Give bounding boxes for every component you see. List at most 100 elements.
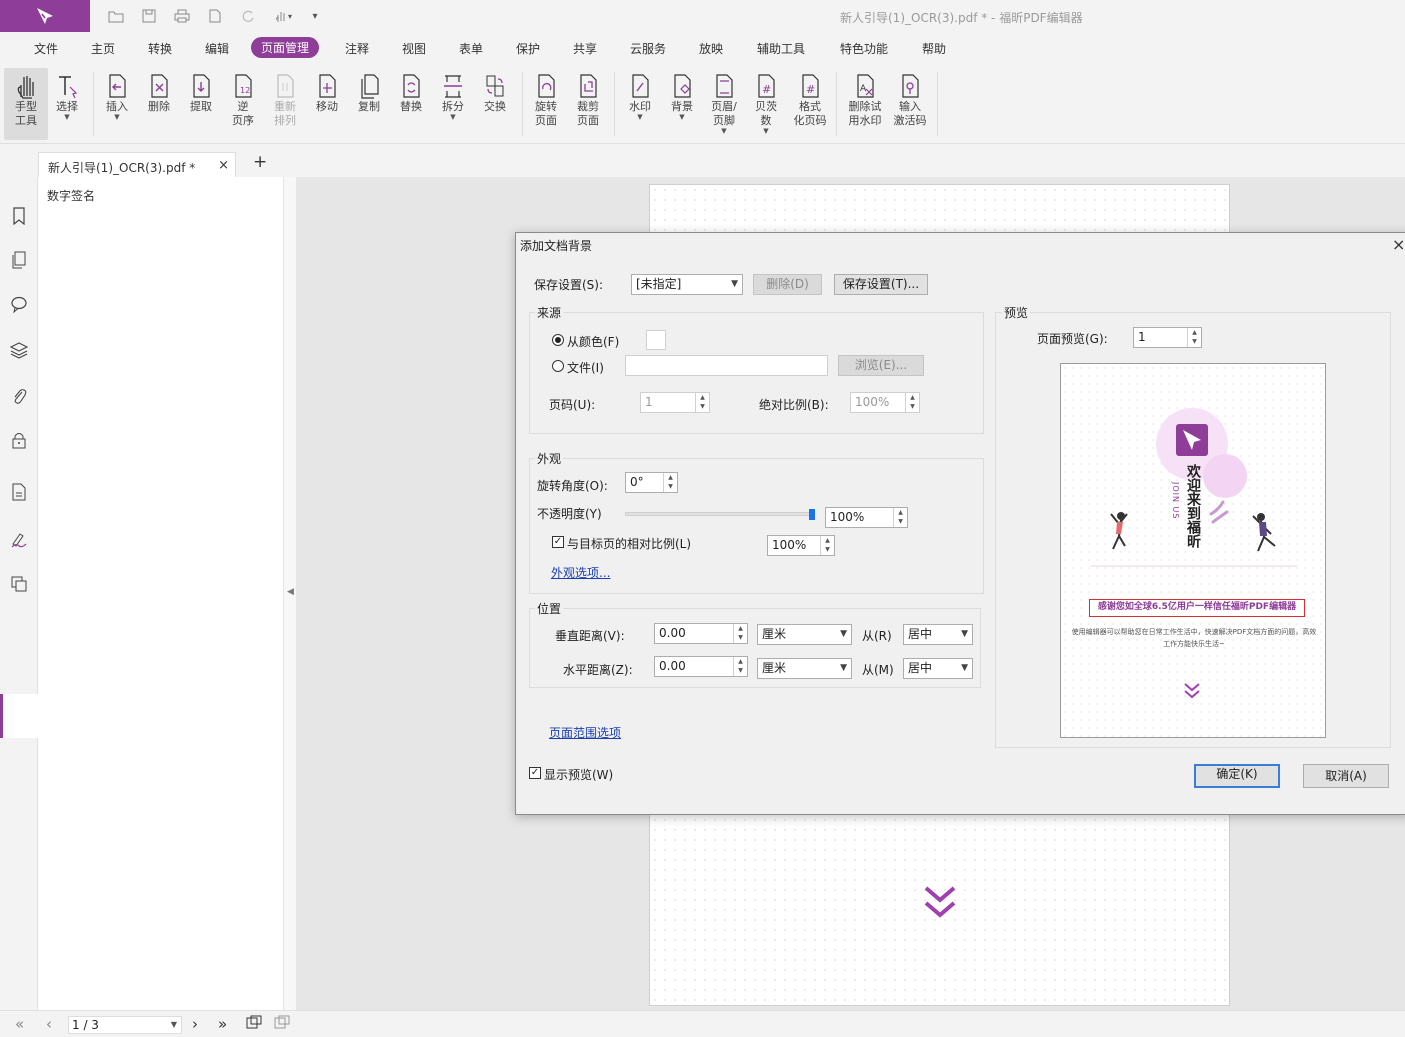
relative-scale-checkbox[interactable]: ✓ (552, 536, 564, 548)
menu-slideshow[interactable]: 放映 (699, 40, 723, 57)
horizontal-from-select[interactable]: 居中 ▼ (903, 658, 973, 679)
spinner-arrows-icon[interactable]: ▲ ▼ (1187, 328, 1201, 347)
menu-cloud[interactable]: 云服务 (630, 40, 666, 57)
opacity-spinner[interactable]: 100% ▲ ▼ (825, 507, 908, 528)
hand-mode-icon[interactable]: ▾ (270, 7, 296, 25)
format-page-number-button[interactable]: # 格式 化页码 (788, 68, 832, 140)
menu-comment[interactable]: 注释 (345, 40, 369, 57)
fit-page-icon[interactable] (246, 1015, 262, 1033)
copy-page-button[interactable]: 复制 (347, 68, 391, 140)
swap-page-button[interactable]: 交换 (473, 68, 517, 140)
two-page-icon[interactable] (274, 1015, 290, 1033)
split-page-button[interactable]: 拆分 ▼ (431, 68, 475, 140)
file-path-input[interactable] (625, 355, 828, 376)
document-properties-icon[interactable] (9, 482, 29, 502)
move-page-button[interactable]: 移动 (305, 68, 349, 140)
show-preview-checkbox[interactable]: ✓ (529, 767, 541, 779)
compare-pages-icon[interactable] (9, 574, 29, 594)
menu-accessibility[interactable]: 辅助工具 (757, 40, 805, 57)
pages-icon[interactable] (9, 250, 29, 270)
spinner-arrows-icon[interactable]: ▲ ▼ (733, 624, 747, 643)
horizontal-unit-select[interactable]: 厘米 ▼ (757, 658, 852, 679)
header-footer-button[interactable]: 页眉/ 页脚 ▼ (702, 68, 746, 140)
redo-icon[interactable] (239, 7, 257, 25)
first-page-icon[interactable]: « (15, 1015, 24, 1033)
save-settings-select[interactable]: [未指定] ▼ (631, 274, 743, 295)
add-tab-button[interactable]: + (253, 154, 267, 171)
enter-activation-code-button[interactable]: 输入 激活码 (888, 68, 932, 140)
collapse-arrow-icon[interactable]: ◀ (287, 587, 294, 597)
menu-features[interactable]: 特色功能 (840, 40, 888, 57)
menu-share[interactable]: 共享 (573, 40, 597, 57)
cancel-button[interactable]: 取消(A) (1303, 764, 1389, 788)
remove-trial-watermark-button[interactable]: A 删除试 用水印 (842, 68, 888, 140)
menu-convert[interactable]: 转换 (148, 40, 172, 57)
from-color-radio[interactable] (552, 334, 564, 346)
document-tab[interactable]: 新人引导(1)_OCR(3).pdf * × (38, 152, 236, 177)
absolute-scale-spinner[interactable]: 100% ▲ ▼ (850, 392, 920, 413)
reorder-button[interactable]: 重新 排列 (263, 68, 307, 140)
watermark-button[interactable]: 水印 ▼ (618, 68, 662, 140)
dialog-close-icon[interactable]: × (1392, 235, 1405, 254)
attachment-icon[interactable] (9, 386, 29, 406)
spinner-arrows-icon[interactable]: ▲ ▼ (733, 657, 747, 676)
layers-icon[interactable] (9, 340, 29, 360)
reverse-order-button[interactable]: 12 逆 页序 (221, 68, 265, 140)
vertical-distance-spinner[interactable]: 0.00 ▲ ▼ (654, 623, 748, 644)
menu-edit[interactable]: 编辑 (205, 40, 229, 57)
color-swatch[interactable] (646, 330, 666, 350)
horizontal-distance-spinner[interactable]: 0.00 ▲ ▼ (654, 656, 748, 677)
last-page-icon[interactable]: » (218, 1015, 227, 1033)
ok-button[interactable]: 确定(K) (1194, 764, 1280, 788)
menu-help[interactable]: 帮助 (922, 40, 946, 57)
next-page-icon[interactable]: › (192, 1015, 198, 1033)
save-settings-button[interactable]: 保存设置(T)... (834, 274, 928, 295)
spinner-arrows-icon[interactable]: ▲ ▼ (905, 393, 919, 412)
delete-settings-button[interactable]: 删除(D) (753, 274, 822, 295)
spinner-arrows-icon[interactable]: ▲ ▼ (820, 536, 834, 555)
extract-page-button[interactable]: 提取 (179, 68, 223, 140)
digital-signature-icon[interactable] (9, 529, 29, 549)
appearance-options-link[interactable]: 外观选项... (551, 564, 610, 581)
replace-page-button[interactable]: 替换 (389, 68, 433, 140)
menu-form[interactable]: 表单 (459, 40, 483, 57)
spinner-arrows-icon[interactable]: ▲ ▼ (893, 508, 907, 527)
customize-toolbar-icon[interactable]: ▾ (306, 7, 324, 25)
bates-number-button[interactable]: # 贝茨 数 ▼ (744, 68, 788, 140)
bookmark-icon[interactable] (9, 206, 29, 226)
page-range-options-link[interactable]: 页面范围选项 (549, 724, 621, 741)
chevron-down-icon[interactable]: ▼ (171, 1017, 177, 1033)
relative-scale-spinner[interactable]: 100% ▲ ▼ (767, 535, 835, 556)
prev-page-icon[interactable]: ‹ (46, 1015, 52, 1033)
crop-page-button[interactable]: 裁剪 页面 (566, 68, 610, 140)
new-doc-icon[interactable] (206, 7, 224, 25)
menu-view[interactable]: 视图 (402, 40, 426, 57)
security-lock-icon[interactable] (9, 430, 29, 450)
print-icon[interactable] (173, 7, 191, 25)
menu-file[interactable]: 文件 (34, 40, 58, 57)
select-button[interactable]: 选择 ▼ (45, 68, 89, 140)
open-icon[interactable] (107, 7, 125, 25)
page-number-spinner[interactable]: 1 ▲ ▼ (640, 392, 710, 413)
rotate-page-button[interactable]: 旋转 页面 (524, 68, 568, 140)
hand-tool-button[interactable]: 手型 工具 (4, 68, 48, 140)
panel-splitter[interactable]: ◀ (284, 177, 296, 1010)
delete-page-button[interactable]: 删除 (137, 68, 181, 140)
comment-icon[interactable] (9, 294, 29, 314)
rotation-spinner[interactable]: 0° ▲ ▼ (625, 472, 678, 493)
vertical-from-select[interactable]: 居中 ▼ (903, 624, 973, 645)
opacity-slider-thumb[interactable] (809, 509, 815, 520)
spinner-arrows-icon[interactable]: ▲ ▼ (663, 473, 677, 492)
close-tab-icon[interactable]: × (218, 158, 229, 173)
menu-page-management[interactable]: 页面管理 (251, 37, 320, 58)
menu-home[interactable]: 主页 (91, 40, 115, 57)
browse-button[interactable]: 浏览(E)... (838, 355, 924, 376)
page-preview-spinner[interactable]: 1 ▲ ▼ (1133, 327, 1202, 348)
menu-protect[interactable]: 保护 (516, 40, 540, 57)
save-icon[interactable] (140, 7, 158, 25)
insert-page-button[interactable]: 插入 ▼ (95, 68, 139, 140)
vertical-unit-select[interactable]: 厘米 ▼ (757, 624, 852, 645)
from-file-radio[interactable] (552, 360, 564, 372)
spinner-arrows-icon[interactable]: ▲ ▼ (695, 393, 709, 412)
background-button[interactable]: 背景 ▼ (660, 68, 704, 140)
